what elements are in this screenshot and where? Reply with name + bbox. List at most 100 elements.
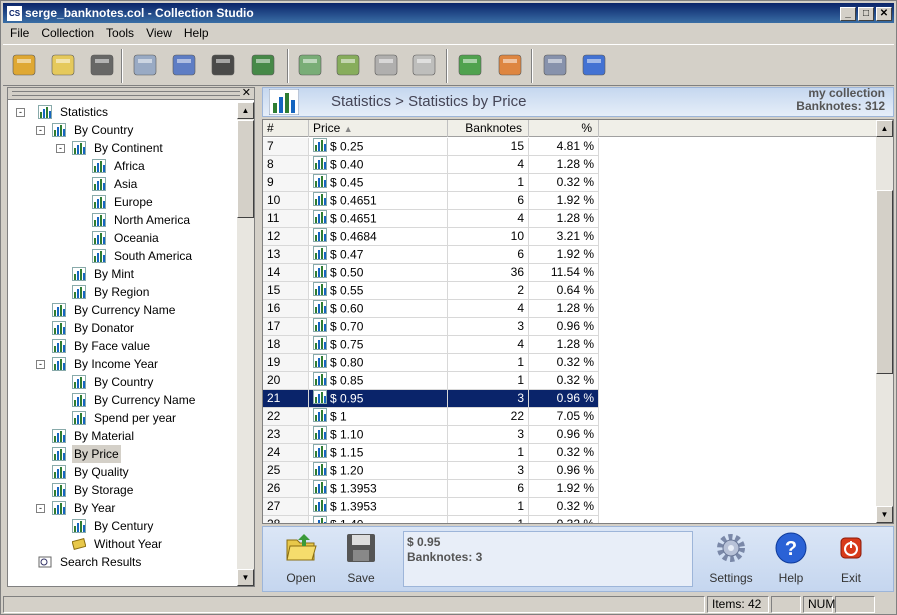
upload-tool-button[interactable] [453,48,487,82]
column-header-number[interactable]: # [263,120,309,137]
chart-icon [52,483,66,497]
scroll-up-icon[interactable]: ▲ [237,102,254,119]
upload-icon [458,54,482,76]
table-row[interactable]: 10 $ 0.4651 6 1.92 % [263,192,878,210]
cell-banknotes: 1 [448,354,529,372]
collapse-icon[interactable]: - [56,144,65,153]
table-row[interactable]: 22 $ 1 22 7.05 % [263,408,878,426]
comment-item-tool-button[interactable] [369,48,403,82]
scroll-up-icon[interactable]: ▲ [876,120,893,137]
column-header-banknotes[interactable]: Banknotes [448,120,529,137]
settings-gear-tool-button[interactable] [538,48,572,82]
price-value: $ 0.75 [330,337,364,352]
edit-item-icon [336,54,360,76]
cell-number: 11 [263,210,309,228]
cell-price: $ 0.85 [309,372,448,390]
find-binoculars-tool-button[interactable] [206,48,240,82]
cell-number: 25 [263,462,309,480]
table-row[interactable]: 15 $ 0.55 2 0.64 % [263,282,878,300]
grid-scrollbar[interactable]: ▲ ▼ [876,120,893,523]
chart-icon [92,159,106,173]
panel-grip[interactable] [12,91,240,96]
table-row[interactable]: 21 $ 0.95 3 0.96 % [263,390,878,408]
open-button[interactable]: Open [271,531,331,589]
tree-node-label: By Price [72,445,121,463]
chart-icon [313,480,327,499]
save-button[interactable]: Save [331,531,391,589]
menu-collection[interactable]: Collection [36,23,99,43]
table-row[interactable]: 20 $ 0.85 1 0.32 % [263,372,878,390]
column-header-percent[interactable]: % [529,120,599,137]
table-row[interactable]: 12 $ 0.4684 10 3.21 % [263,228,878,246]
price-header-label: Price [313,121,341,135]
collapse-icon[interactable]: - [16,108,25,117]
close-button[interactable]: ✕ [876,7,892,21]
tree-node-label: By Continent [94,141,163,155]
collapse-icon[interactable]: - [36,126,45,135]
chart-icon [313,462,327,481]
table-row[interactable]: 14 $ 0.50 36 11.54 % [263,264,878,282]
table-row[interactable]: 8 $ 0.40 4 1.28 % [263,156,878,174]
export-tool-button[interactable] [167,48,201,82]
cell-banknotes: 3 [448,462,529,480]
minimize-button[interactable]: _ [840,7,856,21]
table-row[interactable]: 26 $ 1.3953 6 1.92 % [263,480,878,498]
menu-tools[interactable]: Tools [101,23,139,43]
table-row[interactable]: 28 $ 1.40 10.32 % [263,516,878,523]
table-row[interactable]: 13 $ 0.47 6 1.92 % [263,246,878,264]
table-row[interactable]: 17 $ 0.70 3 0.96 % [263,318,878,336]
collapse-icon[interactable]: - [36,360,45,369]
chart-icon [92,177,106,191]
table-row[interactable]: 18 $ 0.75 4 1.28 % [263,336,878,354]
table-row[interactable]: 19 $ 0.80 1 0.32 % [263,354,878,372]
open-label: Open [286,571,316,585]
open-collection-tool-button[interactable] [7,48,41,82]
tree-scrollbar[interactable]: ▲ ▼ [237,102,254,586]
menu-help[interactable]: Help [179,23,214,43]
cell-banknotes: 3 [448,390,529,408]
add-item-tool-button[interactable] [293,48,327,82]
print-tool-button[interactable] [128,48,162,82]
collapse-icon[interactable]: - [36,504,45,513]
table-row[interactable]: 25 $ 1.20 3 0.96 % [263,462,878,480]
price-value: $ 0.4684 [330,229,377,244]
scroll-down-icon[interactable]: ▼ [876,506,893,523]
cell-price: $ 1.40 [309,516,448,523]
menu-file[interactable]: File [5,23,34,43]
cell-percent: 3.21 % [529,228,599,246]
exit-button[interactable]: Exit [821,531,881,589]
find-binoculars-icon [211,54,235,76]
settings-button[interactable]: Settings [701,531,761,589]
table-row[interactable]: 24 $ 1.15 1 0.32 % [263,444,878,462]
table-row[interactable]: 11 $ 0.4651 4 1.28 % [263,210,878,228]
scroll-thumb[interactable] [237,120,254,218]
save-tool-button[interactable] [85,48,119,82]
table-row[interactable]: 16 $ 0.60 4 1.28 % [263,300,878,318]
table-row[interactable]: 23 $ 1.10 3 0.96 % [263,426,878,444]
help-tool-button[interactable] [577,48,611,82]
edit-item-tool-button[interactable] [331,48,365,82]
title-bar[interactable]: CS serge_banknotes.col - Collection Stud… [3,3,894,23]
open-folder-tool-button[interactable] [46,48,80,82]
scroll-thumb[interactable] [876,190,893,374]
cell-percent: 1.92 % [529,246,599,264]
table-row[interactable]: 7 $ 0.25 15 4.81 % [263,138,878,156]
help-label: Help [778,571,804,585]
scroll-down-icon[interactable]: ▼ [237,569,254,586]
table-row[interactable]: 9 $ 0.45 1 0.32 % [263,174,878,192]
download-tool-button[interactable] [493,48,527,82]
maximize-button[interactable]: □ [858,7,874,21]
open-collection-icon [12,54,36,76]
help-button[interactable]: ? Help [761,531,821,589]
menu-view[interactable]: View [141,23,177,43]
statistics-chart-tool-button[interactable] [246,48,280,82]
toolbar-separator [287,49,289,83]
delete-item-tool-button[interactable] [407,48,441,82]
chart-icon [52,465,66,479]
column-header-price[interactable]: Price ▲ [309,120,448,137]
chart-icon [92,231,106,245]
table-row[interactable]: 27 $ 1.3953 1 0.32 % [263,498,878,516]
cell-number: 22 [263,408,309,426]
close-panel-icon[interactable]: ✕ [242,86,251,99]
tree-node-label: By Currency Name [94,393,196,407]
